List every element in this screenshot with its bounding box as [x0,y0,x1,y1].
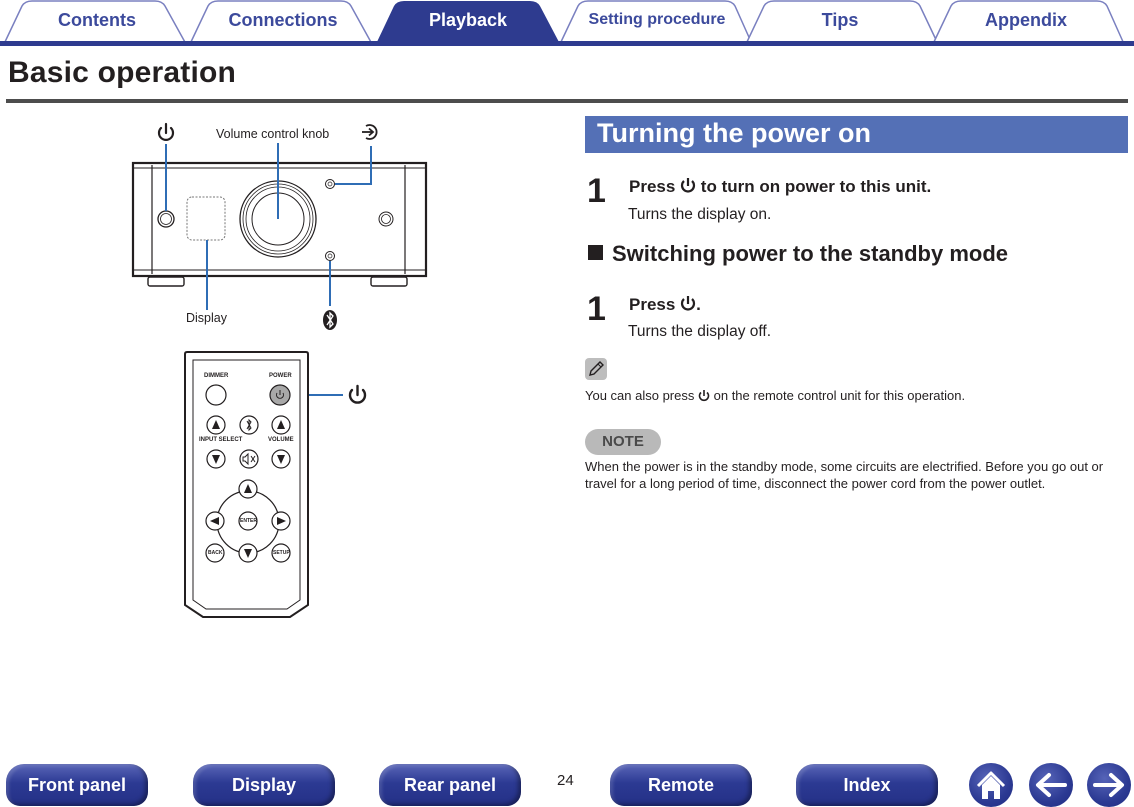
tab-contents[interactable]: Contents [22,8,172,32]
rear-panel-button[interactable]: Rear panel [379,764,521,806]
step-description: Turns the display on. [628,206,772,223]
forward-button[interactable] [1087,763,1131,807]
page-title: Basic operation [8,56,237,89]
step-heading: Press . [629,295,701,315]
tip-suffix: on the remote control unit for this oper… [713,388,966,403]
index-button[interactable]: Index [796,764,938,806]
pencil-icon [585,358,607,380]
forward-arrow-icon [1093,773,1124,797]
remote-enter-label: ENTER [240,518,257,524]
display-label: Display [186,311,227,325]
subsection-heading: Switching power to the standby mode [588,241,1008,267]
remote-back-label: BACK [208,550,223,556]
remote-power-label: POWER [269,373,292,379]
square-bullet-icon [588,245,603,260]
title-divider [6,99,1128,103]
step-number: 1 [587,290,606,328]
home-button[interactable] [969,763,1013,807]
power-icon [698,390,710,402]
step-heading-prefix: Press [629,295,676,314]
home-icon [976,771,1006,799]
volume-knob-label: Volume control knob [216,127,330,141]
bluetooth-icon [323,310,337,330]
tab-setting-procedure[interactable]: Setting procedure [574,8,740,32]
section-title: Turning the power on [597,118,871,148]
remote-power-callout-icon [348,384,367,404]
unit-body [131,161,428,287]
subsection-title: Switching power to the standby mode [612,241,1009,266]
page-number: 24 [557,772,574,789]
remote-volume-label: VOLUME [268,437,294,443]
back-arrow-icon [1036,773,1067,797]
power-icon [157,122,175,141]
input-icon [362,124,378,140]
tip-prefix: You can also press [585,388,695,403]
tab-tips[interactable]: Tips [764,8,916,32]
note-text: When the power is in the standby mode, s… [585,459,1104,491]
back-button[interactable] [1029,763,1073,807]
tab-playback[interactable]: Playback [392,8,544,32]
front-panel-button[interactable]: Front panel [6,764,148,806]
step-number: 1 [587,172,606,210]
power-icon [681,178,696,193]
tab-connections[interactable]: Connections [208,8,358,32]
note-badge: NOTE [585,429,661,455]
step-heading-suffix: to turn on power to this unit. [700,177,932,196]
remote-setup-label: SETUP [273,550,290,556]
step-heading-suffix: . [696,295,701,314]
display-button[interactable]: Display [193,764,335,806]
front-panel-illustration [131,122,428,618]
step-heading-prefix: Press [629,177,676,196]
power-icon [681,296,696,311]
remote-dimmer-label: DIMMER [204,373,229,379]
tip-text: You can also press on the remote control… [585,387,1125,404]
remote-button[interactable]: Remote [610,764,752,806]
tab-appendix[interactable]: Appendix [950,8,1102,32]
step-description: Turns the display off. [628,323,772,340]
step-heading: Press to turn on power to this unit. [629,177,931,197]
remote-input-select-label: INPUT SELECT [199,437,243,443]
remote-control [184,351,309,618]
tab-bar: Contents Connections Playback Setting pr… [0,0,1134,46]
